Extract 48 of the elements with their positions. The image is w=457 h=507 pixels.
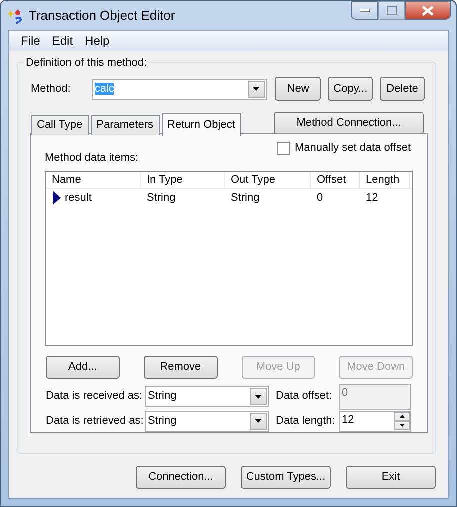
close-icon	[422, 6, 434, 16]
method-value: calc	[94, 82, 114, 95]
table-cell-text: String	[231, 190, 260, 206]
footer-button[interactable]: Custom Types...	[241, 466, 331, 489]
combo-value: String	[147, 389, 178, 404]
data-type-label: Data is retrieved as:	[45, 414, 145, 429]
method-button[interactable]: Copy...	[328, 77, 374, 101]
method-button[interactable]: Delete	[380, 77, 425, 101]
footer-button[interactable]: Connection...	[136, 466, 226, 489]
menu-item[interactable]: Edit	[46, 32, 80, 50]
column-header[interactable]: Name	[46, 172, 141, 188]
data-items-label: Method data items:	[45, 151, 139, 166]
app-icon	[7, 8, 23, 24]
window-title: Transaction Object Editor	[29, 6, 176, 25]
item-button[interactable]: Add...	[46, 356, 120, 378]
column-header[interactable]: Out Type	[225, 172, 311, 188]
tab[interactable]: Call Type	[31, 115, 89, 135]
minimize-icon	[360, 8, 370, 12]
menu-item[interactable]: Help	[79, 32, 116, 50]
tab[interactable]: Return Object	[162, 113, 242, 136]
footer-button[interactable]: Exit	[346, 466, 436, 489]
column-header[interactable]: Offset	[311, 172, 360, 188]
data-field-label: Data length:	[276, 414, 336, 429]
maximize-icon	[386, 6, 396, 15]
manual-offset-checkbox[interactable]	[277, 142, 290, 155]
manual-offset-label: Manually set data offset	[295, 141, 411, 156]
method-button[interactable]: New	[275, 77, 322, 101]
minimize-button[interactable]	[351, 1, 378, 20]
table-cell-text: 0	[317, 190, 324, 206]
data-type-label: Data is received as:	[45, 389, 144, 404]
method-connection-button[interactable]: Method Connection...	[274, 112, 424, 135]
data-field-label: Data offset:	[276, 389, 332, 404]
method-label: Method:	[30, 82, 72, 97]
data-type-combo[interactable]: String	[145, 410, 269, 432]
table-cell-text: 12	[366, 190, 378, 206]
combo-value: String	[147, 414, 178, 429]
length-field[interactable]: 12	[339, 410, 411, 432]
data-type-combo[interactable]: String	[145, 386, 269, 407]
menu-item[interactable]: File	[15, 32, 46, 50]
item-button[interactable]: Remove	[144, 356, 218, 378]
maximize-button[interactable]	[378, 1, 405, 20]
column-header[interactable]: Length	[360, 172, 410, 188]
close-button[interactable]	[405, 1, 451, 20]
column-header[interactable]: In Type	[141, 172, 225, 188]
table-cell-text: result	[65, 190, 92, 206]
table-cell-text: String	[147, 190, 176, 206]
tab[interactable]: Parameters	[90, 115, 160, 135]
spin-up-icon[interactable]	[394, 412, 410, 420]
